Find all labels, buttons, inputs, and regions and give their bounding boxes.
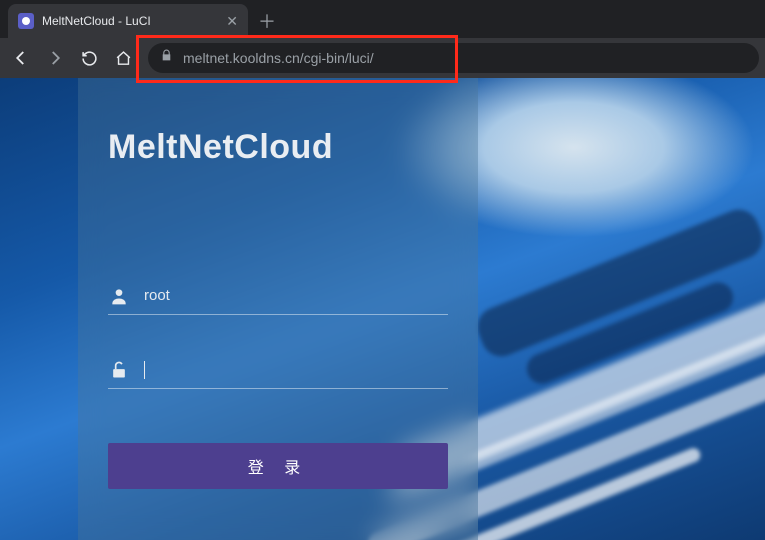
new-tab-button[interactable]: ＋ [248, 4, 286, 38]
text-cursor [144, 361, 145, 379]
browser-tab[interactable]: MeltNetCloud - LuCI ✕ [8, 4, 248, 38]
address-bar[interactable]: meltnet.kooldns.cn/cgi-bin/luci/ [148, 43, 759, 73]
unlock-icon [108, 360, 130, 380]
reload-button[interactable] [74, 43, 104, 73]
login-panel: MeltNetCloud 登 录 [78, 78, 478, 540]
url-text: meltnet.kooldns.cn/cgi-bin/luci/ [183, 50, 374, 66]
login-button[interactable]: 登 录 [108, 443, 448, 489]
tab-strip: MeltNetCloud - LuCI ✕ ＋ [0, 0, 765, 38]
username-input[interactable] [144, 283, 448, 308]
browser-toolbar: meltnet.kooldns.cn/cgi-bin/luci/ [0, 38, 765, 78]
browser-chrome: MeltNetCloud - LuCI ✕ ＋ meltnet.kooldns.… [0, 0, 765, 78]
lock-icon [160, 49, 173, 67]
password-row [108, 351, 448, 389]
username-row [108, 277, 448, 315]
close-icon[interactable]: ✕ [226, 14, 238, 28]
password-input[interactable] [159, 357, 448, 382]
tab-title: MeltNetCloud - LuCI [42, 14, 218, 28]
page-content: MeltNetCloud 登 录 [0, 78, 765, 540]
brand-title: MeltNetCloud [108, 128, 448, 167]
home-button[interactable] [108, 43, 138, 73]
user-icon [108, 286, 130, 306]
favicon-icon [18, 13, 34, 29]
forward-button[interactable] [40, 43, 70, 73]
back-button[interactable] [6, 43, 36, 73]
